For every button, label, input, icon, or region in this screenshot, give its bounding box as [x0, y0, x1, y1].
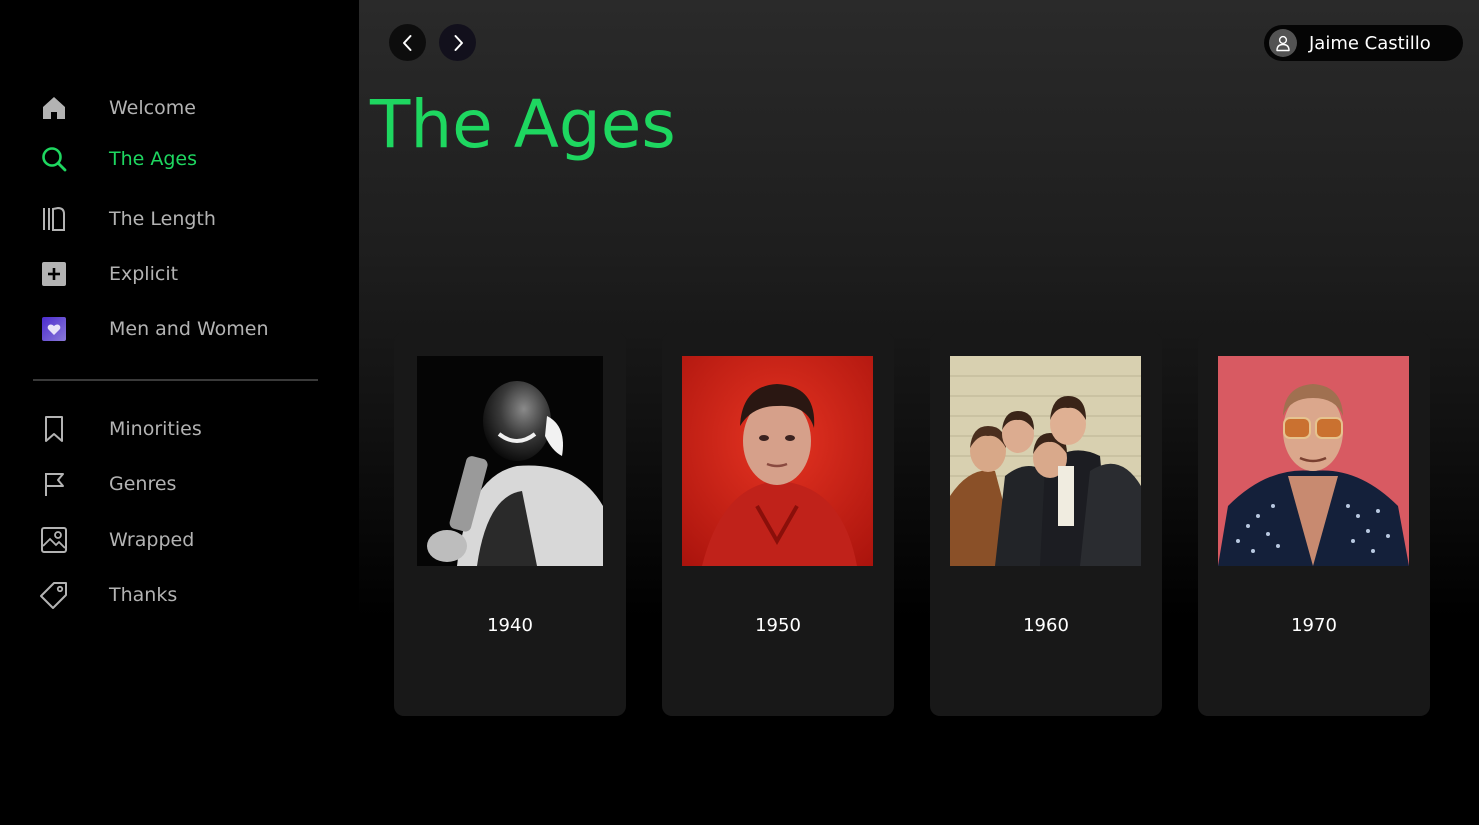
flag-icon	[38, 468, 70, 500]
sidebar-item-the-ages[interactable]: The Ages	[0, 137, 359, 181]
user-menu-button[interactable]: Jaime Castillo	[1264, 25, 1463, 61]
sidebar-item-label: The Ages	[109, 148, 198, 170]
bookmark-icon	[38, 413, 70, 445]
plus-square-icon	[38, 258, 70, 290]
sidebar: Welcome The Ages The Length Explicit Men…	[0, 0, 359, 825]
sidebar-item-genres[interactable]: Genres	[0, 462, 359, 506]
sidebar-item-minorities[interactable]: Minorities	[0, 407, 359, 451]
sidebar-item-label: Welcome	[109, 97, 196, 119]
sidebar-item-wrapped[interactable]: Wrapped	[0, 518, 359, 562]
sidebar-item-label: The Length	[109, 208, 216, 230]
card-year: 1960	[1023, 615, 1069, 636]
decade-card-1950[interactable]: 1950	[662, 332, 894, 716]
home-icon	[38, 92, 70, 124]
decade-card-1940[interactable]: 1940	[394, 332, 626, 716]
decade-card-1960[interactable]: 1960	[930, 332, 1162, 716]
sidebar-divider	[33, 379, 318, 381]
sidebar-item-men-and-women[interactable]: Men and Women	[0, 307, 359, 351]
sidebar-item-label: Thanks	[109, 584, 178, 606]
sidebar-item-label: Explicit	[109, 263, 179, 285]
sequined-suit-photo	[1218, 356, 1409, 566]
library-icon	[38, 203, 70, 235]
image-icon	[38, 524, 70, 556]
card-year: 1970	[1291, 615, 1337, 636]
user-name: Jaime Castillo	[1309, 32, 1431, 54]
chevron-left-icon	[399, 34, 417, 52]
sidebar-item-welcome[interactable]: Welcome	[0, 86, 359, 130]
user-icon	[1269, 29, 1297, 57]
app-window: Welcome The Ages The Length Explicit Men…	[0, 0, 1479, 825]
red-portrait-photo	[682, 356, 873, 566]
back-button[interactable]	[389, 24, 426, 61]
heart-square-icon	[38, 313, 70, 345]
card-year: 1940	[487, 615, 533, 636]
search-icon	[38, 143, 70, 175]
sidebar-item-label: Genres	[109, 473, 177, 495]
main-content: Jaime Castillo The Ages 1940 1950 1960 1…	[359, 0, 1479, 825]
sidebar-item-label: Minorities	[109, 418, 202, 440]
sidebar-item-thanks[interactable]: Thanks	[0, 573, 359, 617]
decade-card-1970[interactable]: 1970	[1198, 332, 1430, 716]
card-year: 1950	[755, 615, 801, 636]
forward-button[interactable]	[439, 24, 476, 61]
chevron-right-icon	[449, 34, 467, 52]
tag-icon	[38, 579, 70, 611]
sidebar-item-label: Men and Women	[109, 318, 269, 340]
sidebar-item-explicit[interactable]: Explicit	[0, 252, 359, 296]
band-group-photo	[950, 356, 1141, 566]
trumpet-player-photo	[417, 356, 603, 566]
page-title: The Ages	[370, 86, 676, 163]
sidebar-item-the-length[interactable]: The Length	[0, 197, 359, 241]
sidebar-item-label: Wrapped	[109, 529, 195, 551]
